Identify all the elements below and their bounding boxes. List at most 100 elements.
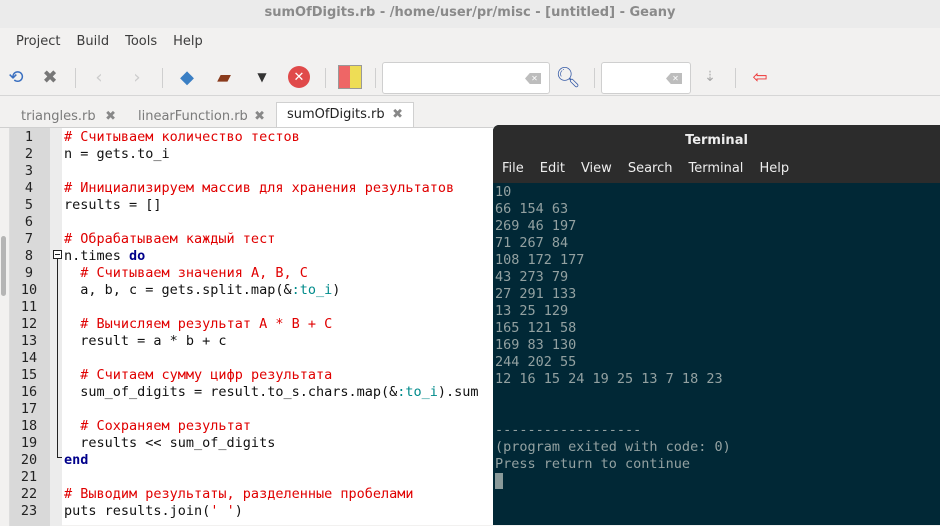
quit-icon[interactable]: ⇦ xyxy=(748,65,772,89)
code-comment: # Считываем значения A, B, C xyxy=(80,265,308,281)
forward-icon[interactable]: › xyxy=(125,65,149,89)
line-number: 7 xyxy=(24,231,34,247)
line-number: 14 xyxy=(20,350,38,366)
terminal-line: 13 25 129 xyxy=(495,303,569,319)
color-chooser-icon[interactable] xyxy=(338,65,362,89)
goto-line-icon[interactable]: ⇣ xyxy=(698,65,722,89)
code-text: a, b, c = gets.split.map(& xyxy=(64,282,292,298)
terminal-line: 269 46 197 xyxy=(495,218,577,234)
line-number: 17 xyxy=(20,401,38,417)
terminal-menu-edit[interactable]: Edit xyxy=(532,161,573,176)
code-comment: # Считаем сумму цифр результата xyxy=(80,367,333,383)
code-line: results << sum_of_digits xyxy=(64,435,275,452)
code-symbol: :to_i xyxy=(397,384,438,400)
menu-help[interactable]: Help xyxy=(165,30,211,54)
line-number: 13 xyxy=(20,333,38,349)
line-number: 19 xyxy=(20,435,38,451)
code-text: ) xyxy=(234,503,243,519)
menu-build[interactable]: Build xyxy=(68,30,117,54)
stop-icon[interactable]: ✕ xyxy=(288,66,310,88)
code-text: ).sum xyxy=(437,384,479,400)
compile-icon[interactable]: ◆ xyxy=(175,65,199,89)
toolbar: ⟲ ✖ ‹ › ◆ ▰ ▼ ✕ ✕ 🔍︎ ✕ ⇣ ⇦ xyxy=(0,58,940,96)
code-line: # Обрабатываем каждый тест xyxy=(64,231,275,248)
code-comment: # Выводим результаты, разделенные пробел… xyxy=(64,486,414,502)
terminal-line: 27 291 133 xyxy=(495,286,577,302)
code-text: result = a * b + c xyxy=(64,333,227,349)
terminal-window[interactable]: Terminal File Edit View Search Terminal … xyxy=(493,125,940,525)
code-text: sum_of_digits = result.to_s.chars.map(& xyxy=(64,384,398,400)
terminal-menu-view[interactable]: View xyxy=(573,161,620,176)
code-text: n.times xyxy=(64,248,130,264)
goto-line-input[interactable]: ✕ xyxy=(601,62,691,94)
line-number: 12 xyxy=(20,316,38,332)
terminal-menu-file[interactable]: File xyxy=(493,161,532,176)
close-tab-icon[interactable]: ✖ xyxy=(105,105,116,129)
terminal-line: 108 172 177 xyxy=(495,252,585,268)
scrollbar[interactable] xyxy=(1,236,6,296)
terminal-line: 12 16 15 24 19 25 13 7 18 23 xyxy=(495,371,723,387)
clear-icon[interactable]: ✕ xyxy=(666,73,682,84)
terminal-line: (program exited with code: 0) xyxy=(495,439,731,455)
terminal-line: 71 267 84 xyxy=(495,235,569,251)
code-line: # Считываем количество тестов xyxy=(64,129,300,146)
menu-project[interactable]: Project xyxy=(0,30,68,54)
terminal-menu-search[interactable]: Search xyxy=(620,161,681,176)
line-number: 4 xyxy=(24,180,34,196)
tab-label: triangles.rb xyxy=(21,109,96,124)
line-number: 3 xyxy=(24,163,34,179)
line-number: 6 xyxy=(24,214,34,230)
line-number: 15 xyxy=(20,367,38,383)
build-dropdown-icon[interactable]: ▼ xyxy=(250,65,274,89)
terminal-cursor xyxy=(495,473,503,489)
line-number: 10 xyxy=(20,282,38,298)
fold-toggle-icon[interactable] xyxy=(53,250,62,259)
code-line: n.times do xyxy=(64,248,145,265)
line-number: 1 xyxy=(24,129,34,145)
tab-linear-function[interactable]: linearFunction.rb ✖ xyxy=(127,104,276,128)
build-icon[interactable]: ▰ xyxy=(212,65,236,89)
terminal-line: 165 121 58 xyxy=(495,320,577,336)
code-line: puts results.join(' ') xyxy=(64,503,243,520)
code-string: ' ' xyxy=(210,503,235,519)
code-line: results = [] xyxy=(64,197,162,214)
code-editor[interactable]: # Считываем количество тестов n = gets.to… xyxy=(0,127,494,526)
line-number: 11 xyxy=(20,299,38,315)
back-icon[interactable]: ‹ xyxy=(87,65,111,89)
search-icon[interactable]: 🔍︎ xyxy=(555,65,580,89)
tab-triangles[interactable]: triangles.rb ✖ xyxy=(10,104,127,128)
search-input[interactable]: ✕ xyxy=(382,62,550,94)
code-line: # Инициализируем массив для хранения рез… xyxy=(64,180,454,197)
code-line: # Считываем значения A, B, C xyxy=(64,265,308,282)
code-text: results = [] xyxy=(64,197,162,213)
terminal-line: ------------------ xyxy=(495,422,642,438)
close-tab-icon[interactable]: ✖ xyxy=(392,103,403,127)
menu-bar: Project Build Tools Help xyxy=(0,30,211,54)
code-symbol: :to_i xyxy=(291,282,333,298)
line-number: 5 xyxy=(24,197,34,213)
terminal-line: Press return to continue xyxy=(495,456,691,472)
menu-tools[interactable]: Tools xyxy=(117,30,165,54)
close-file-icon[interactable]: ✖ xyxy=(38,65,62,89)
terminal-title: Terminal xyxy=(685,133,748,148)
code-comment: # Сохраняем результат xyxy=(80,418,251,434)
terminal-line: 244 202 55 xyxy=(495,354,577,370)
reload-icon[interactable]: ⟲ xyxy=(4,65,28,89)
line-number: 23 xyxy=(20,503,38,519)
code-text: ) xyxy=(332,282,341,298)
line-number: 18 xyxy=(20,418,38,434)
terminal-menu-help[interactable]: Help xyxy=(751,161,797,176)
tab-label: linearFunction.rb xyxy=(138,109,248,124)
clear-icon[interactable]: ✕ xyxy=(525,73,541,84)
terminal-line: 43 273 79 xyxy=(495,269,569,285)
code-comment: # Обрабатываем каждый тест xyxy=(64,231,276,247)
code-comment: # Инициализируем массив для хранения рез… xyxy=(64,180,455,196)
terminal-menu-terminal[interactable]: Terminal xyxy=(680,161,751,176)
line-number: 20 xyxy=(20,452,38,468)
terminal-header: Terminal File Edit View Search Terminal … xyxy=(493,125,940,183)
tab-sum-of-digits[interactable]: sumOfDigits.rb ✖ xyxy=(276,102,414,128)
line-number: 22 xyxy=(20,486,38,502)
close-tab-icon[interactable]: ✖ xyxy=(254,105,265,129)
